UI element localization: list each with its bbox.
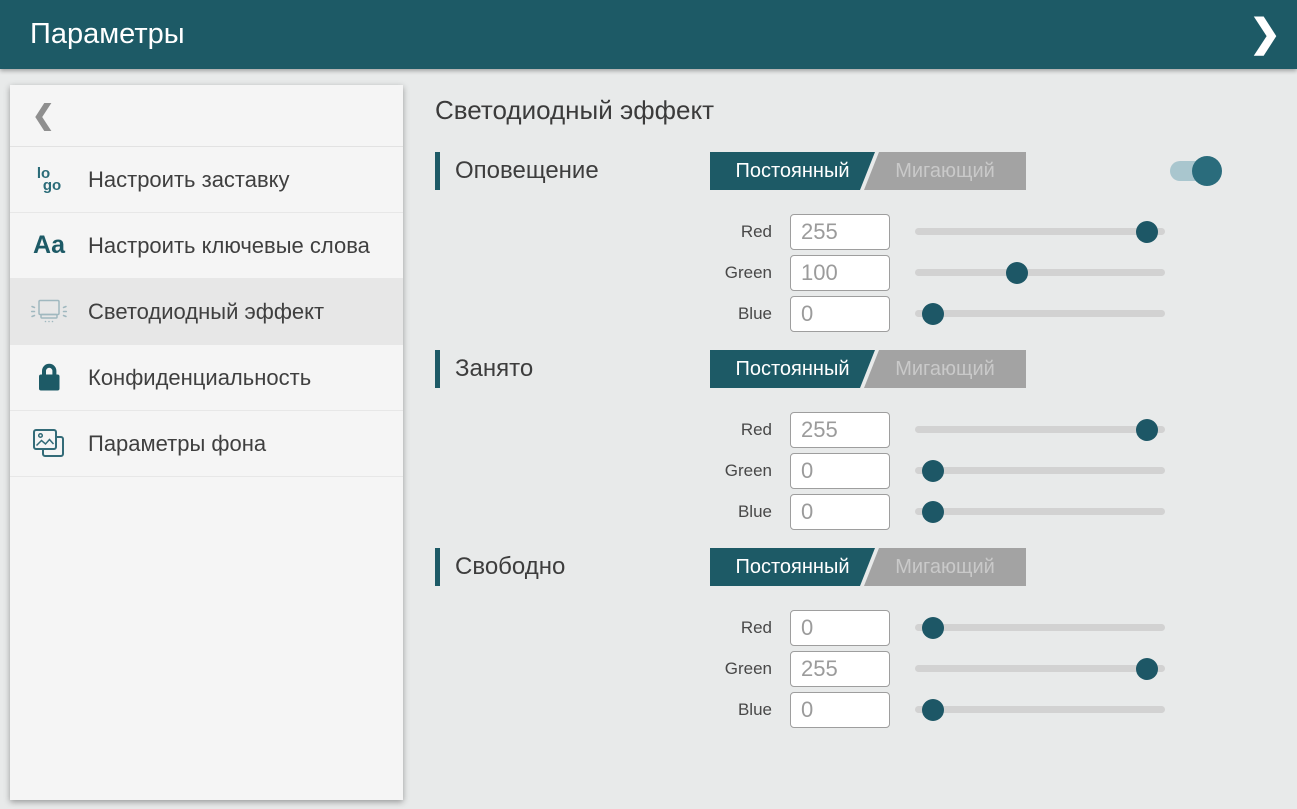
sidebar-item-splash-screen[interactable]: logo Настроить заставку [10,147,403,213]
section-notification: Оповещение Постоянный Мигающий Red Green [435,150,1277,332]
aa-text-icon: Aa [10,231,88,260]
red-value-input[interactable] [790,214,890,250]
blue-slider[interactable] [915,698,1165,722]
mode-blinking-button[interactable]: Мигающий [864,152,1026,190]
monitor-icon [10,297,88,327]
slider-track[interactable] [915,665,1165,672]
slider-thumb[interactable] [922,460,944,482]
led-effect-panel: Светодиодный эффект Оповещение Постоянны… [435,95,1277,744]
blue-row: Blue [435,494,1277,530]
slider-thumb[interactable] [922,303,944,325]
sidebar-item-label: Светодиодный эффект [88,298,336,326]
logo-text-icon: logo [10,168,88,192]
mode-segmented-control: Постоянный Мигающий [710,152,1026,190]
mode-constant-button[interactable]: Постоянный [710,350,875,388]
mode-blinking-button[interactable]: Мигающий [864,548,1026,586]
sidebar-item-keywords[interactable]: Aa Настроить ключевые слова [10,213,403,279]
slider-track[interactable] [915,467,1165,474]
green-label: Green [690,659,790,679]
green-label: Green [690,263,790,283]
slider-track[interactable] [915,508,1165,515]
slider-thumb[interactable] [1136,419,1158,441]
blue-label: Blue [690,700,790,720]
sidebar-item-led-effect[interactable]: Светодиодный эффект [10,279,403,345]
slider-track[interactable] [915,269,1165,276]
section-busy: Занято Постоянный Мигающий Red Green Blu… [435,348,1277,530]
blue-slider[interactable] [915,500,1165,524]
slider-track[interactable] [915,310,1165,317]
sidebar-item-label: Конфиденциальность [88,364,323,392]
sidebar-item-label: Настроить заставку [88,166,302,194]
green-slider[interactable] [915,261,1165,285]
mode-constant-button[interactable]: Постоянный [710,152,875,190]
red-label: Red [690,420,790,440]
green-value-input[interactable] [790,651,890,687]
blue-value-input[interactable] [790,494,890,530]
slider-track[interactable] [915,706,1165,713]
mode-segmented-control: Постоянный Мигающий [710,548,1026,586]
green-value-input[interactable] [790,255,890,291]
back-chevron-icon: ❮ [32,100,55,131]
page-title: Светодиодный эффект [435,95,1277,126]
settings-sidebar: ❮ logo Настроить заставку Aa Настроить к… [10,85,403,800]
slider-thumb[interactable] [1136,658,1158,680]
blue-slider[interactable] [915,302,1165,326]
section-accent-bar [435,152,440,190]
sidebar-item-privacy[interactable]: Конфиденциальность [10,345,403,411]
lock-icon [10,361,88,394]
sidebar-item-label: Параметры фона [88,430,278,458]
green-row: Green [435,651,1277,687]
section-title: Занято [455,355,710,383]
red-slider[interactable] [915,616,1165,640]
section-free: Свободно Постоянный Мигающий Red Green B… [435,546,1277,728]
mode-constant-button[interactable]: Постоянный [710,548,875,586]
blue-row: Blue [435,692,1277,728]
mode-blinking-button[interactable]: Мигающий [864,350,1026,388]
section-title: Оповещение [455,157,710,185]
expand-chevron-icon[interactable]: ❯ [1249,10,1281,58]
slider-thumb[interactable] [922,501,944,523]
red-slider[interactable] [915,418,1165,442]
slider-track[interactable] [915,228,1165,235]
blue-label: Blue [690,502,790,522]
green-row: Green [435,453,1277,489]
green-slider[interactable] [915,459,1165,483]
sidebar-collapse-button[interactable]: ❮ [10,85,403,147]
section-accent-bar [435,350,440,388]
images-icon [10,426,88,462]
green-value-input[interactable] [790,453,890,489]
mode-segmented-control: Постоянный Мигающий [710,350,1026,388]
red-slider[interactable] [915,220,1165,244]
sidebar-item-background[interactable]: Параметры фона [10,411,403,477]
red-row: Red [435,412,1277,448]
blue-value-input[interactable] [790,692,890,728]
slider-thumb[interactable] [922,699,944,721]
slider-thumb[interactable] [922,617,944,639]
red-row: Red [435,610,1277,646]
blue-row: Blue [435,296,1277,332]
green-row: Green [435,255,1277,291]
blue-value-input[interactable] [790,296,890,332]
slider-track[interactable] [915,426,1165,433]
section-title: Свободно [455,553,710,581]
blue-label: Blue [690,304,790,324]
red-value-input[interactable] [790,412,890,448]
toggle-thumb [1192,156,1222,186]
app-header: Параметры ❯ [0,0,1297,69]
green-slider[interactable] [915,657,1165,681]
red-row: Red [435,214,1277,250]
red-label: Red [690,222,790,242]
app-title: Параметры [30,18,185,51]
slider-thumb[interactable] [1136,221,1158,243]
red-label: Red [690,618,790,638]
green-label: Green [690,461,790,481]
red-value-input[interactable] [790,610,890,646]
slider-thumb[interactable] [1006,262,1028,284]
notification-toggle[interactable] [1170,156,1222,186]
section-accent-bar [435,548,440,586]
slider-track[interactable] [915,624,1165,631]
sidebar-item-label: Настроить ключевые слова [88,232,382,260]
